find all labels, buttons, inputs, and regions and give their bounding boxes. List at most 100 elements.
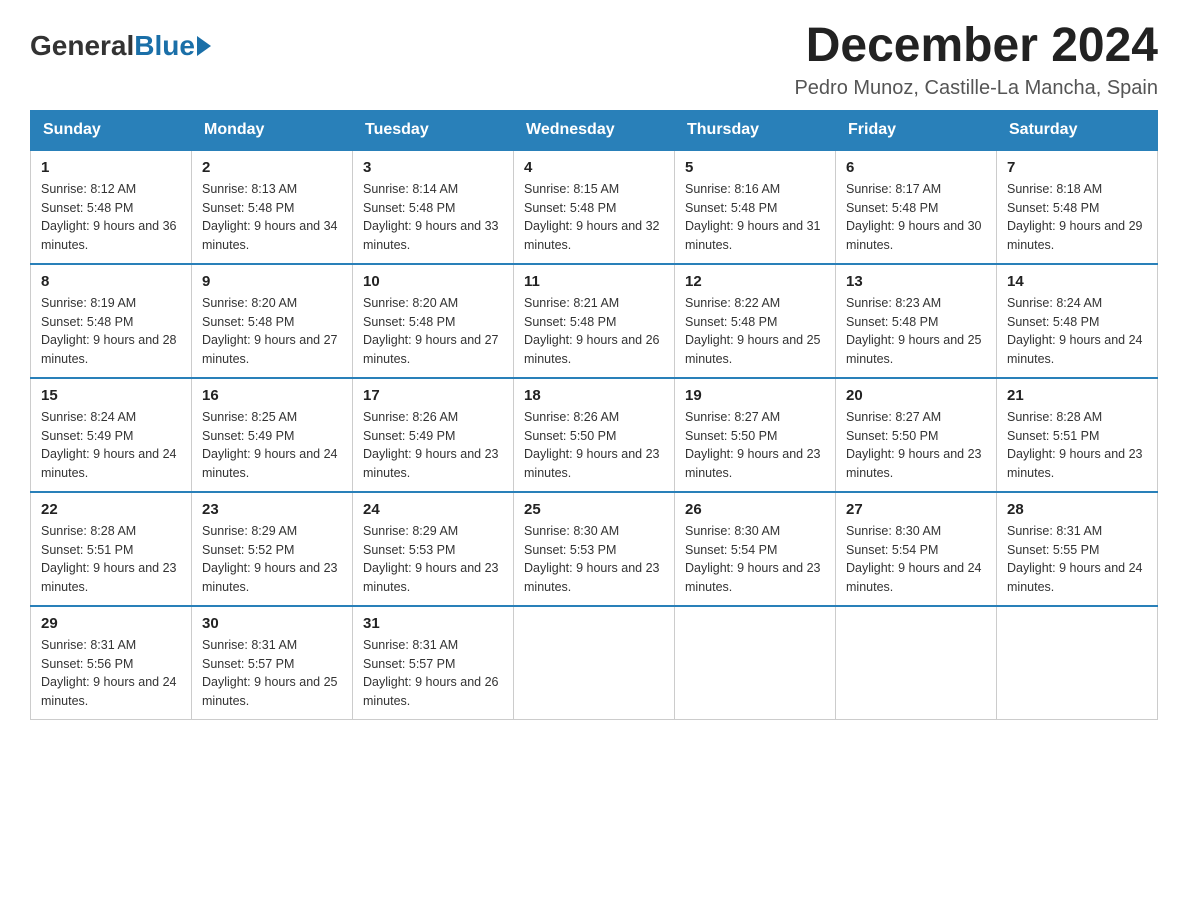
day-cell-20: 20 Sunrise: 8:27 AMSunset: 5:50 PMDayligh… (836, 378, 997, 492)
day-info: Sunrise: 8:25 AMSunset: 5:49 PMDaylight:… (202, 408, 342, 483)
day-info: Sunrise: 8:26 AMSunset: 5:50 PMDaylight:… (524, 408, 664, 483)
day-number: 1 (41, 159, 181, 176)
day-number: 30 (202, 615, 342, 632)
weekday-header-thursday: Thursday (675, 110, 836, 150)
day-cell-29: 29 Sunrise: 8:31 AMSunset: 5:56 PMDayligh… (31, 606, 192, 720)
day-info: Sunrise: 8:20 AMSunset: 5:48 PMDaylight:… (202, 294, 342, 369)
day-number: 14 (1007, 273, 1147, 290)
day-info: Sunrise: 8:23 AMSunset: 5:48 PMDaylight:… (846, 294, 986, 369)
day-cell-31: 31 Sunrise: 8:31 AMSunset: 5:57 PMDayligh… (353, 606, 514, 720)
empty-cell (997, 606, 1158, 720)
weekday-header-wednesday: Wednesday (514, 110, 675, 150)
empty-cell (514, 606, 675, 720)
weekday-header-monday: Monday (192, 110, 353, 150)
day-info: Sunrise: 8:31 AMSunset: 5:56 PMDaylight:… (41, 636, 181, 711)
day-number: 3 (363, 159, 503, 176)
day-info: Sunrise: 8:22 AMSunset: 5:48 PMDaylight:… (685, 294, 825, 369)
day-info: Sunrise: 8:30 AMSunset: 5:54 PMDaylight:… (685, 522, 825, 597)
day-number: 27 (846, 501, 986, 518)
day-number: 29 (41, 615, 181, 632)
day-info: Sunrise: 8:15 AMSunset: 5:48 PMDaylight:… (524, 180, 664, 255)
day-info: Sunrise: 8:14 AMSunset: 5:48 PMDaylight:… (363, 180, 503, 255)
day-info: Sunrise: 8:29 AMSunset: 5:52 PMDaylight:… (202, 522, 342, 597)
day-number: 4 (524, 159, 664, 176)
location-title: Pedro Munoz, Castille-La Mancha, Spain (794, 77, 1158, 100)
day-number: 24 (363, 501, 503, 518)
weekday-header-sunday: Sunday (31, 110, 192, 150)
day-number: 5 (685, 159, 825, 176)
week-row-5: 29 Sunrise: 8:31 AMSunset: 5:56 PMDayligh… (31, 606, 1158, 720)
day-number: 17 (363, 387, 503, 404)
day-cell-15: 15Sunrise: 8:24 AMSunset: 5:49 PMDayligh… (31, 378, 192, 492)
day-info: Sunrise: 8:31 AMSunset: 5:57 PMDaylight:… (202, 636, 342, 711)
day-number: 26 (685, 501, 825, 518)
weekday-header-friday: Friday (836, 110, 997, 150)
day-number: 18 (524, 387, 664, 404)
day-number: 25 (524, 501, 664, 518)
day-cell-22: 22 Sunrise: 8:28 AMSunset: 5:51 PMDayligh… (31, 492, 192, 606)
title-section: December 2024 Pedro Munoz, Castille-La M… (794, 20, 1158, 100)
day-info: Sunrise: 8:16 AMSunset: 5:48 PMDaylight:… (685, 180, 825, 255)
day-cell-11: 11 Sunrise: 8:21 AMSunset: 5:48 PMDayligh… (514, 264, 675, 378)
day-cell-13: 13Sunrise: 8:23 AMSunset: 5:48 PMDayligh… (836, 264, 997, 378)
day-number: 20 (846, 387, 986, 404)
day-number: 2 (202, 159, 342, 176)
logo: General Blue (30, 30, 211, 62)
day-cell-14: 14 Sunrise: 8:24 AMSunset: 5:48 PMDayligh… (997, 264, 1158, 378)
day-number: 23 (202, 501, 342, 518)
day-cell-4: 4 Sunrise: 8:15 AMSunset: 5:48 PMDaylight… (514, 150, 675, 264)
day-info: Sunrise: 8:28 AMSunset: 5:51 PMDaylight:… (41, 522, 181, 597)
day-info: Sunrise: 8:31 AMSunset: 5:57 PMDaylight:… (363, 636, 503, 711)
day-cell-30: 30 Sunrise: 8:31 AMSunset: 5:57 PMDayligh… (192, 606, 353, 720)
day-number: 28 (1007, 501, 1147, 518)
day-cell-10: 10Sunrise: 8:20 AMSunset: 5:48 PMDayligh… (353, 264, 514, 378)
day-cell-9: 9 Sunrise: 8:20 AMSunset: 5:48 PMDaylight… (192, 264, 353, 378)
day-cell-3: 3 Sunrise: 8:14 AMSunset: 5:48 PMDaylight… (353, 150, 514, 264)
day-cell-28: 28 Sunrise: 8:31 AMSunset: 5:55 PMDayligh… (997, 492, 1158, 606)
day-info: Sunrise: 8:26 AMSunset: 5:49 PMDaylight:… (363, 408, 503, 483)
day-cell-17: 17 Sunrise: 8:26 AMSunset: 5:49 PMDayligh… (353, 378, 514, 492)
day-info: Sunrise: 8:18 AMSunset: 5:48 PMDaylight:… (1007, 180, 1147, 255)
day-info: Sunrise: 8:27 AMSunset: 5:50 PMDaylight:… (685, 408, 825, 483)
day-info: Sunrise: 8:13 AMSunset: 5:48 PMDaylight:… (202, 180, 342, 255)
day-number: 9 (202, 273, 342, 290)
day-number: 22 (41, 501, 181, 518)
day-number: 16 (202, 387, 342, 404)
day-cell-26: 26 Sunrise: 8:30 AMSunset: 5:54 PMDayligh… (675, 492, 836, 606)
day-number: 11 (524, 273, 664, 290)
day-cell-27: 27 Sunrise: 8:30 AMSunset: 5:54 PMDayligh… (836, 492, 997, 606)
day-info: Sunrise: 8:27 AMSunset: 5:50 PMDaylight:… (846, 408, 986, 483)
day-cell-7: 7Sunrise: 8:18 AMSunset: 5:48 PMDaylight… (997, 150, 1158, 264)
empty-cell (836, 606, 997, 720)
logo-blue-text: Blue (134, 30, 195, 62)
day-cell-23: 23 Sunrise: 8:29 AMSunset: 5:52 PMDayligh… (192, 492, 353, 606)
day-info: Sunrise: 8:31 AMSunset: 5:55 PMDaylight:… (1007, 522, 1147, 597)
day-number: 31 (363, 615, 503, 632)
day-number: 12 (685, 273, 825, 290)
day-number: 10 (363, 273, 503, 290)
day-info: Sunrise: 8:24 AMSunset: 5:48 PMDaylight:… (1007, 294, 1147, 369)
day-info: Sunrise: 8:12 AMSunset: 5:48 PMDaylight:… (41, 180, 181, 255)
day-cell-16: 16 Sunrise: 8:25 AMSunset: 5:49 PMDayligh… (192, 378, 353, 492)
weekday-header-tuesday: Tuesday (353, 110, 514, 150)
day-cell-19: 19Sunrise: 8:27 AMSunset: 5:50 PMDayligh… (675, 378, 836, 492)
day-cell-25: 25Sunrise: 8:30 AMSunset: 5:53 PMDayligh… (514, 492, 675, 606)
day-number: 8 (41, 273, 181, 290)
day-cell-24: 24Sunrise: 8:29 AMSunset: 5:53 PMDayligh… (353, 492, 514, 606)
week-row-4: 22 Sunrise: 8:28 AMSunset: 5:51 PMDayligh… (31, 492, 1158, 606)
day-info: Sunrise: 8:24 AMSunset: 5:49 PMDaylight:… (41, 408, 181, 483)
day-cell-2: 2 Sunrise: 8:13 AMSunset: 5:48 PMDaylight… (192, 150, 353, 264)
logo-arrow-icon (197, 36, 211, 56)
day-info: Sunrise: 8:19 AMSunset: 5:48 PMDaylight:… (41, 294, 181, 369)
day-cell-12: 12 Sunrise: 8:22 AMSunset: 5:48 PMDayligh… (675, 264, 836, 378)
day-cell-1: 1 Sunrise: 8:12 AMSunset: 5:48 PMDaylight… (31, 150, 192, 264)
weekday-header-row: SundayMondayTuesdayWednesdayThursdayFrid… (31, 110, 1158, 150)
day-cell-6: 6Sunrise: 8:17 AMSunset: 5:48 PMDaylight… (836, 150, 997, 264)
day-info: Sunrise: 8:21 AMSunset: 5:48 PMDaylight:… (524, 294, 664, 369)
day-cell-8: 8 Sunrise: 8:19 AMSunset: 5:48 PMDaylight… (31, 264, 192, 378)
month-title: December 2024 (794, 20, 1158, 73)
calendar-table: SundayMondayTuesdayWednesdayThursdayFrid… (30, 110, 1158, 720)
day-number: 21 (1007, 387, 1147, 404)
weekday-header-saturday: Saturday (997, 110, 1158, 150)
day-info: Sunrise: 8:30 AMSunset: 5:54 PMDaylight:… (846, 522, 986, 597)
